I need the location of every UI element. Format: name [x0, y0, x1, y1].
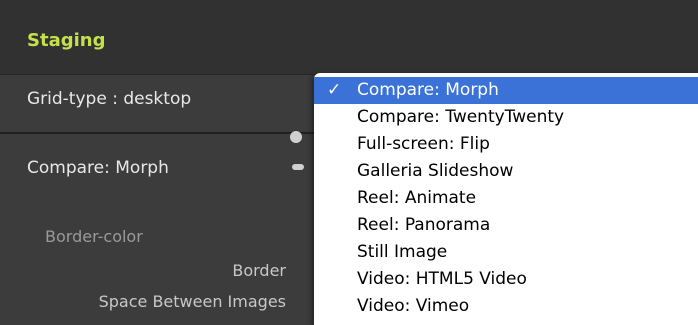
- menu-item-label: Galleria Slideshow: [357, 161, 514, 181]
- staging-panel: Staging Grid-type : desktop Compare: Mor…: [0, 0, 698, 325]
- menu-item-label: Reel: Panorama: [357, 215, 491, 235]
- grid-type-label: Grid-type : desktop: [27, 89, 192, 109]
- menu-item-label: Reel: Animate: [357, 188, 477, 208]
- menu-item-still-image[interactable]: Still Image: [314, 239, 698, 266]
- border-color-label: Border-color: [45, 227, 143, 246]
- panel-title: Staging: [27, 30, 106, 51]
- checkmark-icon: ✓: [327, 80, 342, 100]
- compare-type-select[interactable]: Compare: Morph: [27, 158, 169, 178]
- menu-item-label: Video: HTML5 Video: [357, 269, 527, 289]
- menu-item-reel-animate[interactable]: Reel: Animate: [314, 185, 698, 212]
- menu-item-galleria-slideshow[interactable]: Galleria Slideshow: [314, 158, 698, 185]
- border-slider-handle[interactable]: [290, 131, 302, 143]
- border-label: Border: [232, 261, 286, 280]
- space-between-images-slider-handle[interactable]: [292, 164, 304, 170]
- content-type-dropdown-menu[interactable]: ✓ Compare: Morph Compare: TwentyTwenty F…: [314, 73, 698, 325]
- menu-item-label: Still Image: [357, 242, 448, 262]
- menu-item-label: Full-screen: Flip: [357, 134, 490, 154]
- menu-item-video-html5[interactable]: Video: HTML5 Video: [314, 266, 698, 293]
- space-between-images-label: Space Between Images: [98, 292, 286, 311]
- menu-item-label: Compare: TwentyTwenty: [357, 107, 565, 127]
- menu-item-compare-morph[interactable]: ✓ Compare: Morph: [314, 77, 698, 104]
- menu-item-compare-twentytwenty[interactable]: Compare: TwentyTwenty: [314, 104, 698, 131]
- menu-item-reel-panorama[interactable]: Reel: Panorama: [314, 212, 698, 239]
- panel-header: Staging: [0, 0, 698, 75]
- menu-item-label: Video: Vimeo: [357, 296, 470, 316]
- menu-item-full-screen-flip[interactable]: Full-screen: Flip: [314, 131, 698, 158]
- menu-item-label: Compare: Morph: [357, 80, 499, 100]
- menu-item-video-vimeo[interactable]: Video: Vimeo: [314, 293, 698, 320]
